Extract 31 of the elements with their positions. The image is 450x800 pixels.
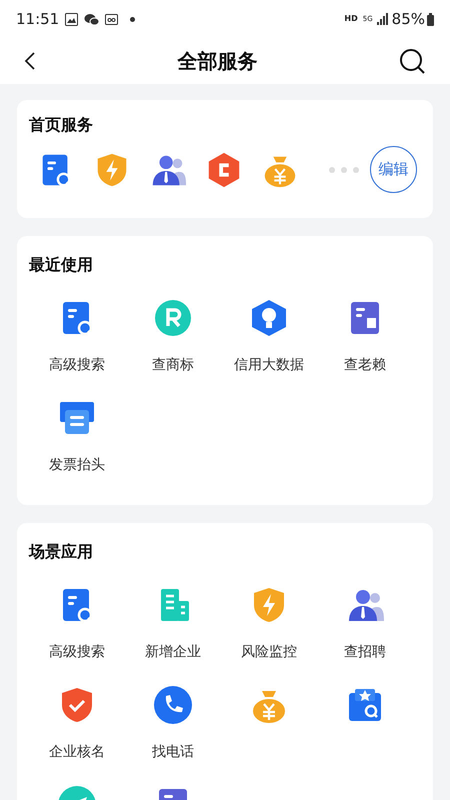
network-label: HD: [344, 13, 358, 25]
service-label[interactable]: 高级搜索: [49, 642, 105, 662]
time: 11:51: [16, 8, 60, 30]
service-label[interactable]: 查老赖: [344, 355, 386, 375]
battery-level: 85%: [392, 8, 425, 30]
page-title: 全部服务: [178, 48, 258, 75]
service-label[interactable]: 风险监控: [241, 642, 297, 662]
service-label[interactable]: 新增企业: [145, 642, 201, 662]
search-icon[interactable]: [399, 48, 426, 74]
service-label[interactable]: 找电话: [152, 742, 194, 762]
service-label[interactable]: 发票抬头: [49, 455, 105, 475]
section-title: 首页服务: [29, 114, 94, 136]
phone-icon: [153, 685, 193, 725]
back-icon[interactable]: [24, 51, 36, 71]
service-item-icon-button[interactable]: [153, 685, 193, 725]
section-title: 最近使用: [29, 254, 94, 276]
service-item-icon-button[interactable]: [249, 298, 289, 338]
edit-button[interactable]: 编辑: [370, 146, 417, 193]
service-label[interactable]: 查招聘: [344, 642, 386, 662]
battery-icon: [427, 12, 434, 26]
tape-icon: [105, 12, 118, 26]
service-label[interactable]: 高级搜索: [49, 355, 105, 375]
service-label[interactable]: 信用大数据: [234, 355, 304, 375]
image-icon: [65, 12, 78, 26]
service-label[interactable]: 查商标: [152, 355, 194, 375]
lightbulb-hexagon-icon: [249, 298, 289, 338]
r-circle-icon: [153, 298, 193, 338]
service-label[interactable]: 企业核名: [49, 742, 105, 762]
signal-icon: [376, 13, 389, 25]
section-title: 场景应用: [29, 541, 94, 563]
chat-icon: [84, 12, 100, 26]
